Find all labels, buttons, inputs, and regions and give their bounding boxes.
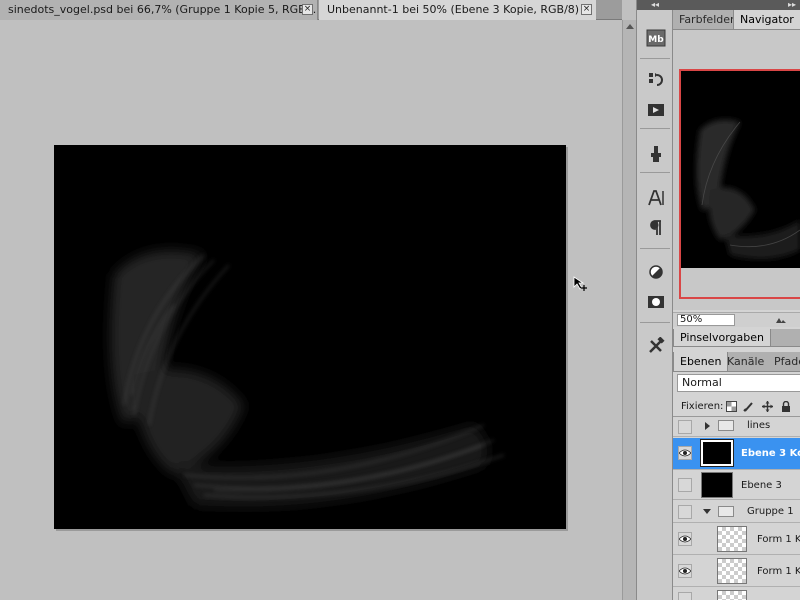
clone-source-icon[interactable] — [645, 144, 667, 164]
document-workspace[interactable] — [0, 20, 622, 600]
eye-icon[interactable] — [678, 564, 692, 578]
folder-icon — [718, 420, 734, 431]
character-icon[interactable] — [645, 188, 667, 208]
navigator-panel-tabs: Farbfelder Navigator — [673, 10, 800, 30]
layer-name: Ebene 3 — [741, 480, 782, 491]
collapse-strip-icon[interactable]: ◂◂ — [637, 0, 673, 10]
layer-name: Ebene 3 Kopie — [741, 448, 800, 459]
tool-presets-icon[interactable] — [645, 336, 667, 356]
toolstrip-divider — [640, 172, 670, 173]
lock-pixels-icon[interactable] — [743, 401, 754, 412]
document-tab-unbenannt[interactable]: Unbenannt-1 bei 50% (Ebene 3 Kopie, RGB/… — [319, 0, 596, 20]
canvas-artwork — [110, 250, 505, 507]
eye-icon[interactable] — [678, 446, 692, 460]
layer-thumbnail — [717, 558, 747, 584]
lock-row: Fixieren: — [673, 397, 800, 417]
tab-farbfelder[interactable]: Farbfelder — [673, 10, 741, 29]
right-panel-dock: ▸▸ Farbfelder Navigator 50% Pinselvorgab… — [673, 0, 800, 600]
lock-position-icon[interactable] — [762, 401, 773, 412]
layer-thumbnail — [717, 526, 747, 552]
toolstrip-divider — [640, 58, 670, 59]
expand-arrow-icon[interactable] — [705, 422, 710, 430]
tab-pinselvorgaben[interactable]: Pinselvorgaben — [673, 329, 771, 346]
zoom-out-icon[interactable] — [776, 316, 786, 325]
collapse-panels-icon[interactable]: ▸▸ — [673, 0, 800, 10]
scroll-up-icon[interactable] — [626, 24, 634, 29]
visibility-toggle[interactable] — [678, 478, 692, 492]
layer-row-ebene-3[interactable]: Ebene 3 — [673, 471, 800, 500]
toolstrip-divider — [640, 248, 670, 249]
tab-navigator[interactable]: Navigator — [733, 10, 800, 29]
visibility-toggle[interactable] — [678, 420, 692, 434]
adjustments-icon[interactable] — [645, 262, 667, 282]
document-canvas[interactable] — [54, 145, 566, 529]
toolstrip-divider — [640, 322, 670, 323]
layer-name: Gruppe 1 — [747, 506, 794, 517]
navigator-zoom-bar: 50% — [673, 312, 800, 327]
layer-row-form-1-kopie[interactable]: Form 1 Kopie — [673, 524, 800, 555]
toolstrip-divider — [640, 128, 670, 129]
layer-thumbnail — [701, 472, 733, 498]
eye-icon[interactable] — [678, 532, 692, 546]
visibility-toggle[interactable] — [678, 592, 692, 600]
layers-list[interactable]: lines Ebene 3 Kopie Ebene 3 Gruppe 1 — [673, 416, 800, 600]
move-cursor-icon — [573, 276, 587, 291]
layer-row-form-1-kopie[interactable]: Form 1 Kopie — [673, 556, 800, 587]
collapse-arrow-icon[interactable] — [703, 509, 711, 514]
blend-mode-row: Normal — [673, 372, 800, 394]
lock-transparency-icon[interactable] — [726, 401, 737, 412]
layer-row-gruppe-1[interactable]: Gruppe 1 — [673, 501, 800, 523]
actions-icon[interactable] — [645, 100, 667, 120]
brush-presets-tab-bar: Pinselvorgaben — [673, 329, 800, 347]
folder-icon — [718, 506, 734, 517]
document-tab-sinedots[interactable]: sinedots_vogel.psd bei 66,7% (Gruppe 1 K… — [0, 0, 318, 20]
close-icon[interactable]: × — [581, 4, 592, 15]
blend-mode-select[interactable]: Normal — [677, 374, 800, 392]
navigator-proxy-view[interactable] — [679, 69, 800, 299]
layer-row-lines[interactable]: lines — [673, 417, 800, 437]
layer-name: lines — [747, 420, 771, 431]
history-icon[interactable] — [645, 70, 667, 90]
layer-thumbnail — [717, 590, 747, 600]
tab-pfade[interactable]: Pfade — [768, 352, 800, 371]
navigator-zoom-field[interactable]: 50% — [677, 314, 735, 326]
layer-name: Form 1 Kopie — [757, 566, 800, 577]
tab-kanaele[interactable]: Kanäle — [721, 352, 770, 371]
lock-all-icon[interactable] — [780, 401, 791, 412]
visibility-toggle[interactable] — [678, 505, 692, 519]
mini-bridge-icon[interactable]: Mb — [645, 28, 667, 48]
document-tab-label: Unbenannt-1 bei 50% (Ebene 3 Kopie, RGB/… — [327, 3, 589, 16]
document-tab-label: sinedots_vogel.psd bei 66,7% (Gruppe 1 K… — [8, 3, 317, 16]
layer-thumbnail — [700, 439, 734, 467]
masks-icon[interactable] — [645, 292, 667, 312]
close-icon[interactable]: × — [302, 4, 313, 15]
layer-row-partial[interactable] — [673, 588, 800, 600]
svg-text:Mb: Mb — [648, 35, 664, 45]
lock-label: Fixieren: — [681, 401, 724, 412]
panel-icon-strip: ◂◂ Mb — [636, 0, 673, 600]
layer-name: Form 1 Kopie — [757, 534, 800, 545]
document-tab-bar: sinedots_vogel.psd bei 66,7% (Gruppe 1 K… — [0, 0, 622, 20]
layers-panel-tabs: Ebenen Kanäle Pfade — [673, 352, 800, 372]
navigator-preview[interactable] — [673, 30, 800, 310]
layer-row-ebene-3-kopie[interactable]: Ebene 3 Kopie — [673, 438, 800, 470]
paragraph-icon[interactable] — [645, 218, 667, 238]
document-scrollbar[interactable] — [622, 20, 636, 600]
